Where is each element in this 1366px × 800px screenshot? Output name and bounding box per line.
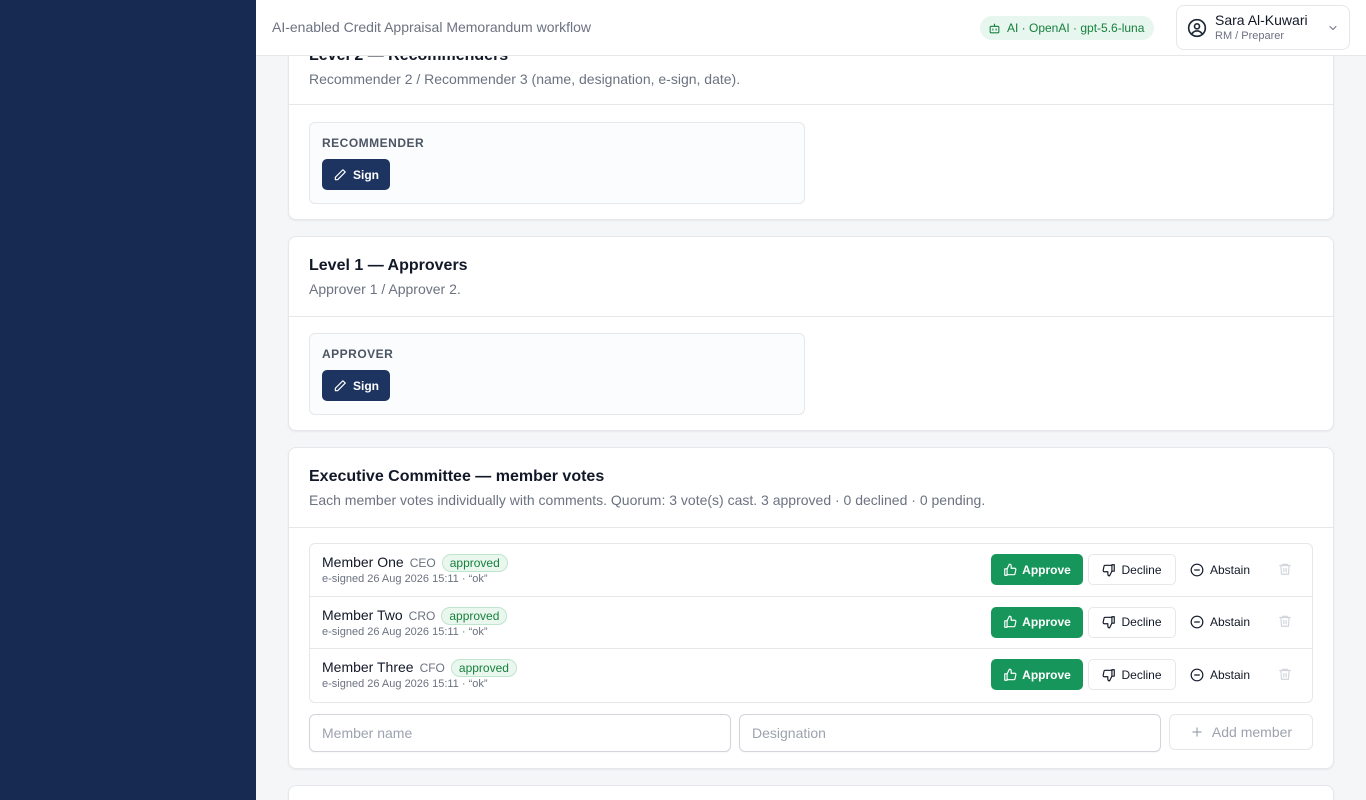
recommender-sign-label: Sign <box>353 167 379 182</box>
abstain-button[interactable]: Abstain <box>1182 554 1258 585</box>
trash-icon <box>1279 668 1291 680</box>
delete-member-button[interactable] <box>1276 614 1294 632</box>
user-info: Sara Al-Kuwari RM / Preparer <box>1215 12 1308 42</box>
add-member-button[interactable]: Add member <box>1169 714 1313 750</box>
status-badge: approved <box>450 659 517 677</box>
member-name-line: Member Three CFO approved <box>322 659 517 677</box>
decline-button[interactable]: Decline <box>1088 554 1176 585</box>
sidebar <box>0 0 256 800</box>
thumbs-down-icon <box>1103 616 1116 629</box>
level1-approvers-card: Level 1 — Approvers Approver 1 / Approve… <box>288 236 1334 431</box>
member-signed-info: e-signed 26 Aug 2026 15:11 · “ok” <box>322 678 488 690</box>
decline-label: Decline <box>1121 562 1162 577</box>
level1-description: Approver 1 / Approver 2. <box>309 281 461 297</box>
committee-title: Executive Committee — member votes <box>309 468 605 485</box>
minus-circle-icon <box>1190 615 1204 629</box>
member-name: Member One <box>322 554 404 570</box>
abstain-label: Abstain <box>1209 615 1251 629</box>
trash-icon <box>1279 615 1291 627</box>
approve-button[interactable]: Approve <box>991 659 1083 690</box>
user-circle-icon <box>1187 18 1207 37</box>
member-row: Member Three CFO approved e-signed 26 Aug … <box>310 649 1312 702</box>
bot-icon <box>989 23 1000 33</box>
decline-button[interactable]: Decline <box>1088 606 1176 638</box>
member-name-line: Member One CEO approved <box>322 554 508 572</box>
recommender-label: RECOMMENDER <box>322 136 425 150</box>
level2-description: Recommender 2 / Recommender 3 (name, des… <box>309 71 741 87</box>
thumbs-up-icon <box>1004 615 1017 628</box>
designation-input[interactable] <box>739 714 1161 752</box>
ai-model-label: AI · OpenAI · gpt-5.6-luna <box>1007 21 1145 35</box>
user-role: RM / Preparer <box>1215 29 1285 42</box>
abstain-label: Abstain <box>1209 667 1251 682</box>
pen-icon <box>334 168 346 180</box>
thumbs-up-icon <box>1004 668 1017 681</box>
member-name-line: Member Two CRO approved <box>322 606 508 625</box>
user-name: Sara Al-Kuwari <box>1215 12 1308 29</box>
decline-label: Decline <box>1121 615 1162 629</box>
minus-circle-icon <box>1190 668 1204 681</box>
committee-card: Executive Committee — member votes Each … <box>288 447 1334 769</box>
pen-icon <box>334 379 346 391</box>
member-name: Member Two <box>322 606 403 623</box>
add-member-label: Add member <box>1211 724 1293 740</box>
approve-label: Approve <box>1022 562 1071 577</box>
decline-button[interactable]: Decline <box>1088 659 1176 690</box>
member-designation: CRO <box>408 608 436 623</box>
next-card <box>288 785 1334 800</box>
approver-sign-label: Sign <box>353 378 379 393</box>
trash-icon <box>1279 563 1291 575</box>
approve-label: Approve <box>1022 667 1071 682</box>
status-badge: approved <box>441 606 508 625</box>
approver-label: APPROVER <box>322 347 394 361</box>
approve-label: Approve <box>1022 615 1071 629</box>
recommender-slot: RECOMMENDER Sign <box>309 122 805 204</box>
decline-label: Decline <box>1121 667 1162 682</box>
minus-circle-icon <box>1190 563 1204 576</box>
member-name: Member Three <box>322 659 414 675</box>
delete-member-button[interactable] <box>1276 666 1294 684</box>
level1-card-header: Level 1 — Approvers Approver 1 / Approve… <box>289 237 1333 317</box>
member-designation: CFO <box>419 661 445 675</box>
thumbs-down-icon <box>1103 563 1116 576</box>
recommender-sign-button[interactable]: Sign <box>322 159 390 190</box>
abstain-button[interactable]: Abstain <box>1182 607 1258 638</box>
approver-sign-button[interactable]: Sign <box>322 370 390 401</box>
committee-card-header: Executive Committee — member votes Each … <box>289 448 1333 528</box>
user-menu[interactable]: Sara Al-Kuwari RM / Preparer <box>1176 5 1350 50</box>
level1-title: Level 1 — Approvers <box>309 257 468 274</box>
plus-icon <box>1192 727 1202 737</box>
member-signed-info: e-signed 26 Aug 2026 15:11 · “ok” <box>322 625 488 638</box>
member-name-input[interactable] <box>309 714 731 752</box>
abstain-button[interactable]: Abstain <box>1182 659 1258 690</box>
main-content: Level 2 — Recommenders Recommender 2 / R… <box>256 0 1366 800</box>
thumbs-down-icon <box>1103 668 1116 681</box>
approve-button[interactable]: Approve <box>991 554 1083 585</box>
member-signed-info: e-signed 26 Aug 2026 15:11 · “ok” <box>322 573 488 585</box>
approve-button[interactable]: Approve <box>991 606 1083 638</box>
approver-slot: APPROVER Sign <box>309 333 805 415</box>
app-title: AI-enabled Credit Appraisal Memorandum w… <box>272 19 592 35</box>
ai-model-badge: AI · OpenAI · gpt-5.6-luna <box>980 16 1155 40</box>
member-list: Member One CEO approved e-signed 26 Aug 20… <box>309 543 1313 703</box>
top-bar: AI-enabled Credit Appraisal Memorandum w… <box>256 0 1366 56</box>
member-designation: CEO <box>409 556 436 570</box>
thumbs-up-icon <box>1004 563 1017 576</box>
member-row: Member Two CRO approved e-signed 26 Aug 20… <box>310 597 1312 649</box>
abstain-label: Abstain <box>1209 562 1251 577</box>
delete-member-button[interactable] <box>1276 561 1294 579</box>
chevron-down-icon <box>1329 26 1337 30</box>
member-row: Member One CEO approved e-signed 26 Aug 20… <box>310 544 1312 597</box>
status-badge: approved <box>441 554 508 572</box>
add-member-row: Add member <box>309 714 1313 752</box>
committee-description: Each member votes individually with comm… <box>309 492 986 508</box>
